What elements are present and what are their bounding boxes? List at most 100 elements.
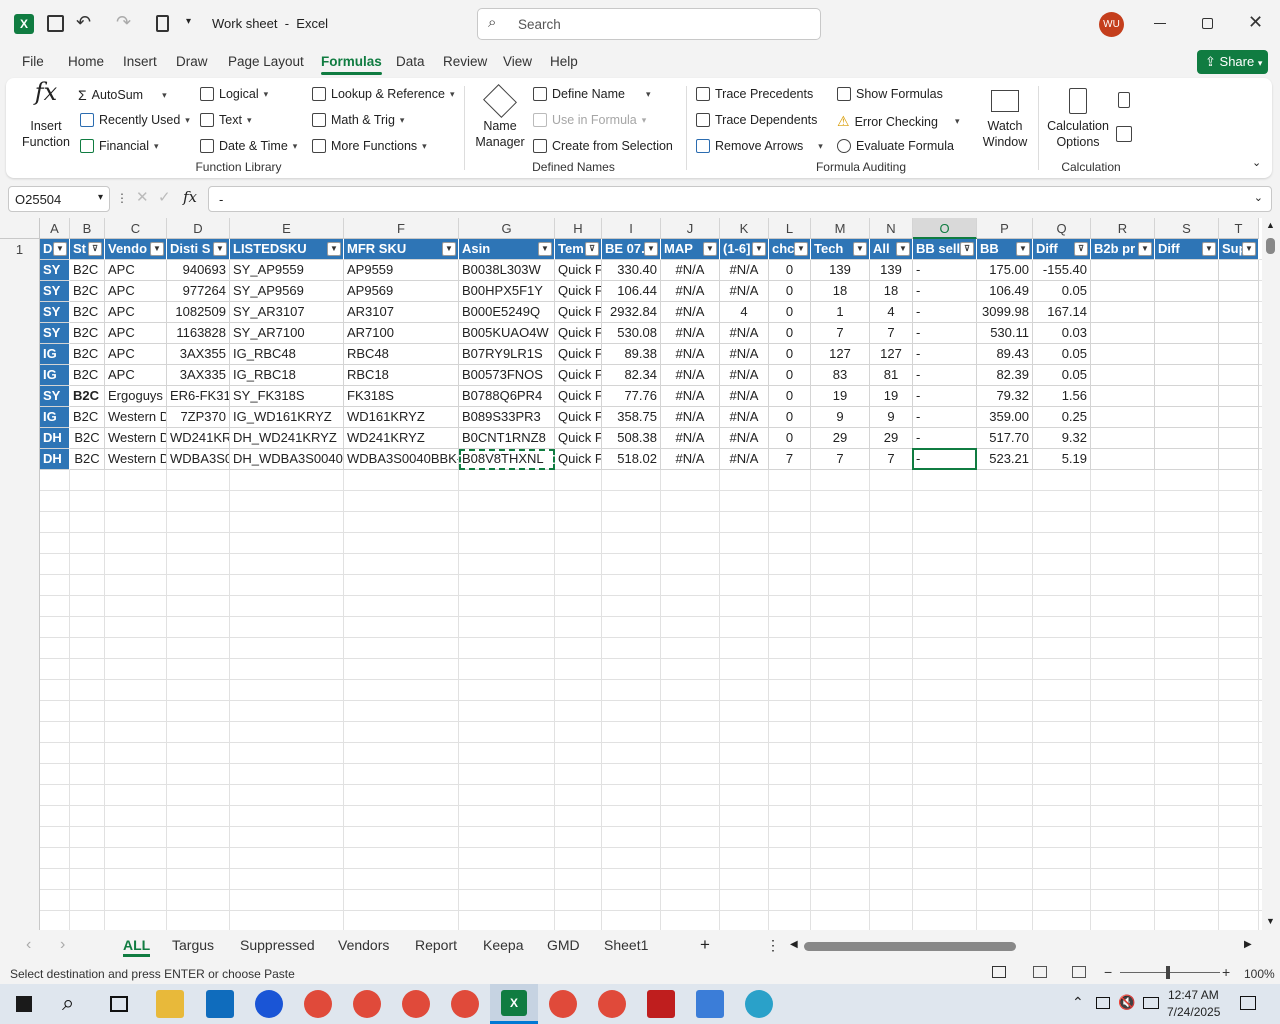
row-header[interactable]: [0, 743, 40, 764]
undo-icon[interactable]: ↶: [76, 12, 91, 33]
math-trig-button[interactable]: Math & Trig ▾: [312, 113, 404, 127]
row-header[interactable]: [0, 659, 40, 680]
table-cell[interactable]: B2C: [70, 407, 105, 428]
table-cell[interactable]: APC: [105, 302, 167, 323]
table-cell[interactable]: IG_RBC18: [230, 365, 344, 386]
calculate-sheet-icon[interactable]: [1116, 126, 1132, 142]
table-cell[interactable]: 518.02: [602, 449, 661, 470]
column-header-d[interactable]: D: [167, 218, 230, 239]
sheet-tab-keepa[interactable]: Keepa: [483, 937, 523, 953]
calculation-options-button[interactable]: Calculation Options: [1042, 84, 1114, 150]
table-cell[interactable]: B2C: [70, 323, 105, 344]
table-cell[interactable]: 517.70: [977, 428, 1033, 449]
table-cell[interactable]: 2932.84: [602, 302, 661, 323]
column-header-i[interactable]: I: [602, 218, 661, 239]
table-cell[interactable]: Quick F: [555, 281, 602, 302]
table-cell[interactable]: [1219, 281, 1259, 302]
table-cell[interactable]: [1219, 365, 1259, 386]
network-icon[interactable]: [1143, 997, 1159, 1009]
table-cell[interactable]: B08V8THXNL: [459, 449, 555, 470]
meet-now-icon[interactable]: [1096, 997, 1110, 1009]
autosum-button[interactable]: Σ AutoSum ▾: [78, 87, 167, 103]
filter-applied-icon[interactable]: ⊽: [88, 242, 102, 256]
column-header-l[interactable]: L: [769, 218, 811, 239]
column-header-r[interactable]: R: [1091, 218, 1155, 239]
table-cell[interactable]: [1091, 260, 1155, 281]
file-explorer-icon[interactable]: [156, 990, 184, 1018]
table-cell[interactable]: SY: [40, 260, 70, 281]
table-cell[interactable]: DH: [40, 428, 70, 449]
sheet-tab-report[interactable]: Report: [415, 937, 457, 953]
filter-dropdown-icon[interactable]: ▼: [1242, 242, 1256, 256]
row-header[interactable]: [0, 638, 40, 659]
table-cell[interactable]: Quick F: [555, 344, 602, 365]
table-cell[interactable]: -: [913, 365, 977, 386]
table-cell[interactable]: 29: [811, 428, 870, 449]
table-cell[interactable]: 0: [769, 281, 811, 302]
insert-function-icon[interactable]: fx: [183, 188, 197, 206]
table-cell[interactable]: IG: [40, 365, 70, 386]
table-cell[interactable]: B2C: [70, 428, 105, 449]
row-header[interactable]: [0, 407, 40, 428]
table-cell[interactable]: #N/A: [661, 365, 720, 386]
enter-icon[interactable]: ✓: [158, 188, 171, 206]
row-header[interactable]: [0, 344, 40, 365]
table-cell[interactable]: #N/A: [661, 281, 720, 302]
table-cell[interactable]: [1155, 428, 1219, 449]
table-cell[interactable]: 1163828: [167, 323, 230, 344]
name-manager-button[interactable]: Name Manager: [470, 84, 530, 150]
logical-button[interactable]: Logical ▾: [200, 87, 268, 101]
table-cell[interactable]: 4: [720, 302, 769, 323]
table-cell[interactable]: [1155, 260, 1219, 281]
table-cell[interactable]: IG_RBC48: [230, 344, 344, 365]
column-header-e[interactable]: E: [230, 218, 344, 239]
table-cell[interactable]: B000E5249Q: [459, 302, 555, 323]
cancel-icon[interactable]: ✕: [136, 188, 149, 206]
table-cell[interactable]: 0: [769, 428, 811, 449]
row-header[interactable]: [0, 848, 40, 869]
column-header-s[interactable]: S: [1155, 218, 1219, 239]
table-cell[interactable]: [1155, 449, 1219, 470]
table-cell[interactable]: 82.34: [602, 365, 661, 386]
column-header-n[interactable]: N: [870, 218, 913, 239]
row-header[interactable]: [0, 722, 40, 743]
normal-view-icon[interactable]: [992, 966, 1006, 978]
table-cell[interactable]: SY: [40, 302, 70, 323]
table-cell[interactable]: 3AX335: [167, 365, 230, 386]
row-header[interactable]: [0, 785, 40, 806]
table-cell[interactable]: WD161KRYZ: [344, 407, 459, 428]
minimize-icon[interactable]: [1154, 23, 1166, 24]
zoom-slider-thumb[interactable]: [1166, 966, 1170, 979]
table-cell[interactable]: 0.03: [1033, 323, 1091, 344]
table-cell[interactable]: [1219, 407, 1259, 428]
chrome-icon[interactable]: [304, 990, 332, 1018]
add-sheet-icon[interactable]: +: [700, 935, 710, 955]
table-cell[interactable]: AR7100: [344, 323, 459, 344]
table-cell[interactable]: SY: [40, 281, 70, 302]
evaluate-formula-button[interactable]: Evaluate Formula: [837, 139, 954, 153]
tab-view[interactable]: View: [503, 54, 532, 69]
table-cell[interactable]: SY_AR3107: [230, 302, 344, 323]
table-cell[interactable]: 3AX355: [167, 344, 230, 365]
table-cell[interactable]: 358.75: [602, 407, 661, 428]
table-cell[interactable]: 7: [870, 449, 913, 470]
filter-dropdown-icon[interactable]: ▼: [752, 242, 766, 256]
table-cell[interactable]: [1091, 281, 1155, 302]
table-cell[interactable]: AP9559: [344, 260, 459, 281]
table-cell[interactable]: [1219, 323, 1259, 344]
table-cell[interactable]: [1219, 302, 1259, 323]
trace-precedents-button[interactable]: Trace Precedents: [696, 87, 813, 101]
table-cell[interactable]: B2C: [70, 302, 105, 323]
row-header[interactable]: [0, 701, 40, 722]
filter-dropdown-icon[interactable]: ▼: [1202, 242, 1216, 256]
calculator-app-icon[interactable]: [696, 990, 724, 1018]
table-cell[interactable]: B0788Q6PR4: [459, 386, 555, 407]
table-header-cell[interactable]: BE 07. ▼: [602, 239, 661, 260]
table-cell[interactable]: B2C: [70, 344, 105, 365]
table-cell[interactable]: SY_AR7100: [230, 323, 344, 344]
table-cell[interactable]: [1155, 344, 1219, 365]
table-header-cell[interactable]: Diff ▼: [1155, 239, 1219, 260]
table-cell[interactable]: 19: [811, 386, 870, 407]
windows-start-icon[interactable]: [16, 996, 32, 1012]
filter-dropdown-icon[interactable]: ▼: [794, 242, 808, 256]
